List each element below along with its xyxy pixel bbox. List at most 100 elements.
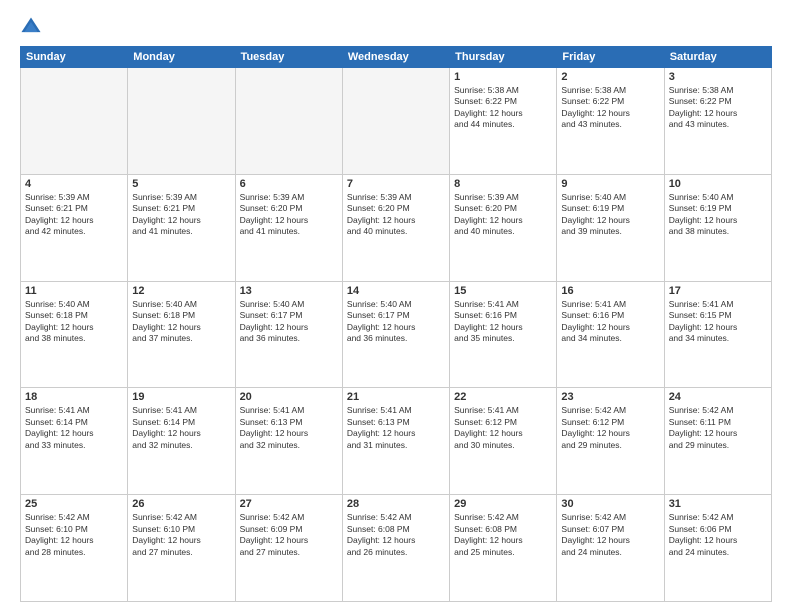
day-header-friday: Friday (557, 47, 664, 68)
day-info: Sunrise: 5:41 AM Sunset: 6:14 PM Dayligh… (132, 405, 230, 451)
calendar-day-24: 24 Sunrise: 5:42 AM Sunset: 6:11 PM Dayli… (664, 388, 771, 495)
day-info: Sunrise: 5:38 AM Sunset: 6:22 PM Dayligh… (454, 85, 552, 131)
day-info: Sunrise: 5:39 AM Sunset: 6:20 PM Dayligh… (454, 192, 552, 238)
calendar-day-17: 17 Sunrise: 5:41 AM Sunset: 6:15 PM Dayli… (664, 281, 771, 388)
day-number: 1 (454, 71, 552, 83)
calendar-day-28: 28Sunrise: 5:42 AM Sunset: 6:08 PM Dayli… (342, 495, 449, 602)
day-number: 22 (454, 391, 552, 403)
day-info: Sunrise: 5:42 AM Sunset: 6:11 PM Dayligh… (669, 405, 767, 451)
day-info: Sunrise: 5:41 AM Sunset: 6:12 PM Dayligh… (454, 405, 552, 451)
day-info: Sunrise: 5:41 AM Sunset: 6:16 PM Dayligh… (561, 299, 659, 345)
day-number: 21 (347, 391, 445, 403)
day-number: 23 (561, 391, 659, 403)
day-number: 12 (132, 285, 230, 297)
day-number: 17 (669, 285, 767, 297)
day-header-thursday: Thursday (450, 47, 557, 68)
day-number: 26 (132, 498, 230, 510)
calendar-week-1: 1 Sunrise: 5:38 AM Sunset: 6:22 PM Daylig… (21, 68, 772, 175)
day-number: 25 (25, 498, 123, 510)
day-number: 11 (25, 285, 123, 297)
calendar-day-5: 5 Sunrise: 5:39 AM Sunset: 6:21 PM Daylig… (128, 174, 235, 281)
day-header-saturday: Saturday (664, 47, 771, 68)
day-info: Sunrise: 5:39 AM Sunset: 6:21 PM Dayligh… (132, 192, 230, 238)
day-number: 2 (561, 71, 659, 83)
day-info: Sunrise: 5:40 AM Sunset: 6:17 PM Dayligh… (240, 299, 338, 345)
day-info: Sunrise: 5:41 AM Sunset: 6:13 PM Dayligh… (347, 405, 445, 451)
day-number: 14 (347, 285, 445, 297)
calendar-day-14: 14 Sunrise: 5:40 AM Sunset: 6:17 PM Dayli… (342, 281, 449, 388)
day-info: Sunrise: 5:39 AM Sunset: 6:20 PM Dayligh… (240, 192, 338, 238)
calendar-day-23: 23 Sunrise: 5:42 AM Sunset: 6:12 PM Dayli… (557, 388, 664, 495)
day-number: 16 (561, 285, 659, 297)
calendar-day-29: 29 Sunrise: 5:42 AM Sunset: 6:08 PM Dayli… (450, 495, 557, 602)
day-number: 19 (132, 391, 230, 403)
day-number: 27 (240, 498, 338, 510)
calendar-empty (128, 68, 235, 175)
day-number: 10 (669, 178, 767, 190)
header (20, 16, 772, 38)
day-info: Sunrise: 5:42 AM Sunset: 6:07 PM Dayligh… (561, 512, 659, 558)
day-info: Sunrise: 5:40 AM Sunset: 6:19 PM Dayligh… (669, 192, 767, 238)
logo-icon (20, 16, 42, 38)
calendar-day-9: 9 Sunrise: 5:40 AM Sunset: 6:19 PM Daylig… (557, 174, 664, 281)
calendar-day-20: 20 Sunrise: 5:41 AM Sunset: 6:13 PM Dayli… (235, 388, 342, 495)
day-number: 20 (240, 391, 338, 403)
calendar-week-5: 25Sunrise: 5:42 AM Sunset: 6:10 PM Dayli… (21, 495, 772, 602)
calendar-week-4: 18Sunrise: 5:41 AM Sunset: 6:14 PM Dayli… (21, 388, 772, 495)
day-header-sunday: Sunday (21, 47, 128, 68)
calendar-day-19: 19 Sunrise: 5:41 AM Sunset: 6:14 PM Dayli… (128, 388, 235, 495)
day-info: Sunrise: 5:38 AM Sunset: 6:22 PM Dayligh… (669, 85, 767, 131)
day-info: Sunrise: 5:42 AM Sunset: 6:06 PM Dayligh… (669, 512, 767, 558)
day-info: Sunrise: 5:41 AM Sunset: 6:15 PM Dayligh… (669, 299, 767, 345)
calendar-day-27: 27 Sunrise: 5:42 AM Sunset: 6:09 PM Dayli… (235, 495, 342, 602)
day-number: 9 (561, 178, 659, 190)
calendar-table: SundayMondayTuesdayWednesdayThursdayFrid… (20, 46, 772, 602)
day-header-wednesday: Wednesday (342, 47, 449, 68)
day-info: Sunrise: 5:42 AM Sunset: 6:08 PM Dayligh… (347, 512, 445, 558)
day-info: Sunrise: 5:42 AM Sunset: 6:12 PM Dayligh… (561, 405, 659, 451)
calendar-day-25: 25Sunrise: 5:42 AM Sunset: 6:10 PM Dayli… (21, 495, 128, 602)
day-info: Sunrise: 5:40 AM Sunset: 6:18 PM Dayligh… (25, 299, 123, 345)
day-number: 15 (454, 285, 552, 297)
logo (20, 16, 46, 38)
day-number: 31 (669, 498, 767, 510)
calendar-empty (235, 68, 342, 175)
calendar-empty (21, 68, 128, 175)
calendar-day-16: 16 Sunrise: 5:41 AM Sunset: 6:16 PM Dayli… (557, 281, 664, 388)
calendar-day-31: 31 Sunrise: 5:42 AM Sunset: 6:06 PM Dayli… (664, 495, 771, 602)
day-number: 30 (561, 498, 659, 510)
day-info: Sunrise: 5:40 AM Sunset: 6:18 PM Dayligh… (132, 299, 230, 345)
calendar-day-4: 4Sunrise: 5:39 AM Sunset: 6:21 PM Daylig… (21, 174, 128, 281)
calendar-day-21: 21 Sunrise: 5:41 AM Sunset: 6:13 PM Dayli… (342, 388, 449, 495)
day-info: Sunrise: 5:40 AM Sunset: 6:19 PM Dayligh… (561, 192, 659, 238)
day-info: Sunrise: 5:39 AM Sunset: 6:20 PM Dayligh… (347, 192, 445, 238)
day-info: Sunrise: 5:42 AM Sunset: 6:08 PM Dayligh… (454, 512, 552, 558)
calendar-week-3: 11 Sunrise: 5:40 AM Sunset: 6:18 PM Dayli… (21, 281, 772, 388)
calendar-day-1: 1 Sunrise: 5:38 AM Sunset: 6:22 PM Daylig… (450, 68, 557, 175)
day-number: 29 (454, 498, 552, 510)
day-number: 5 (132, 178, 230, 190)
day-info: Sunrise: 5:41 AM Sunset: 6:16 PM Dayligh… (454, 299, 552, 345)
day-number: 6 (240, 178, 338, 190)
day-number: 3 (669, 71, 767, 83)
calendar-day-13: 13 Sunrise: 5:40 AM Sunset: 6:17 PM Dayli… (235, 281, 342, 388)
page: SundayMondayTuesdayWednesdayThursdayFrid… (0, 0, 792, 612)
calendar-day-26: 26Sunrise: 5:42 AM Sunset: 6:10 PM Dayli… (128, 495, 235, 602)
day-info: Sunrise: 5:39 AM Sunset: 6:21 PM Dayligh… (25, 192, 123, 238)
day-number: 13 (240, 285, 338, 297)
calendar-day-10: 10 Sunrise: 5:40 AM Sunset: 6:19 PM Dayli… (664, 174, 771, 281)
calendar-day-11: 11 Sunrise: 5:40 AM Sunset: 6:18 PM Dayli… (21, 281, 128, 388)
day-number: 7 (347, 178, 445, 190)
calendar-day-22: 22 Sunrise: 5:41 AM Sunset: 6:12 PM Dayli… (450, 388, 557, 495)
calendar-day-6: 6 Sunrise: 5:39 AM Sunset: 6:20 PM Daylig… (235, 174, 342, 281)
calendar-day-2: 2Sunrise: 5:38 AM Sunset: 6:22 PM Daylig… (557, 68, 664, 175)
calendar-day-3: 3 Sunrise: 5:38 AM Sunset: 6:22 PM Daylig… (664, 68, 771, 175)
day-info: Sunrise: 5:40 AM Sunset: 6:17 PM Dayligh… (347, 299, 445, 345)
day-header-tuesday: Tuesday (235, 47, 342, 68)
calendar-day-15: 15 Sunrise: 5:41 AM Sunset: 6:16 PM Dayli… (450, 281, 557, 388)
day-header-monday: Monday (128, 47, 235, 68)
day-info: Sunrise: 5:42 AM Sunset: 6:09 PM Dayligh… (240, 512, 338, 558)
day-info: Sunrise: 5:41 AM Sunset: 6:13 PM Dayligh… (240, 405, 338, 451)
day-number: 8 (454, 178, 552, 190)
day-number: 24 (669, 391, 767, 403)
